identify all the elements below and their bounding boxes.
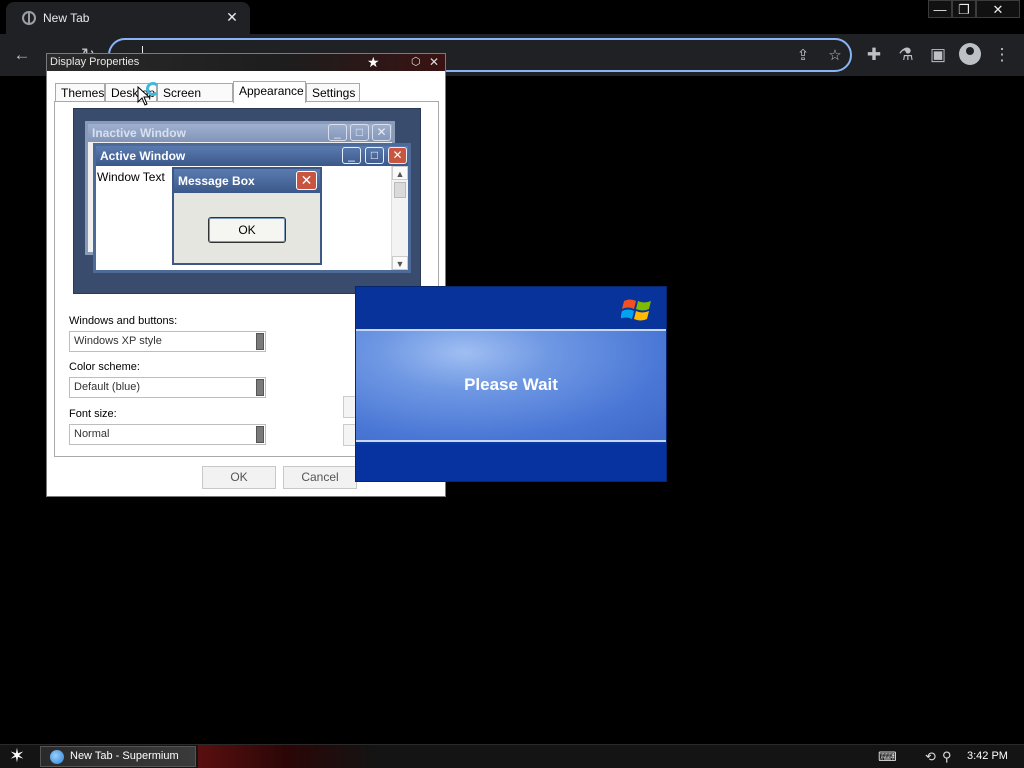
dropdown-arrow-icon[interactable] — [256, 333, 264, 350]
scroll-thumb — [394, 182, 406, 198]
ok-button[interactable]: OK — [202, 466, 276, 489]
browser-tab[interactable]: New Tab ✕ — [6, 2, 250, 34]
dialog-titlebar[interactable]: Display Properties ★ ⬡ ✕ — [47, 54, 445, 71]
window-text-sample: Window Text — [97, 170, 165, 184]
dialog-close-icon[interactable]: ✕ — [429, 54, 439, 71]
appearance-preview: Inactive Window _ □ ✕ Active Window _ □ … — [73, 108, 421, 294]
font-size-select[interactable]: Normal — [69, 424, 266, 445]
dialog-title: Display Properties — [50, 56, 140, 68]
desktop-screen: New Tab ✕ — ❐ ✕ ← → ↻ ⇪ ☆ ✚ ⚗ ▣ ⋮ Displa… — [0, 0, 1024, 768]
minimize-icon: _ — [328, 124, 347, 141]
message-box-ok-button: OK — [208, 217, 286, 243]
font-size-label: Font size: — [69, 408, 117, 420]
network-icon[interactable]: ⟲ — [925, 748, 936, 765]
active-window-title: Active Window — [100, 149, 186, 163]
bookmark-star-icon[interactable]: ☆ — [824, 45, 846, 67]
taskbar: ✶ New Tab - Supermium ⌨ ⟲ ⚲ 3:42 PM — [0, 744, 1024, 768]
message-box-preview: Message Box ✕ OK — [172, 167, 322, 265]
restore-window-button[interactable]: ❐ — [952, 0, 976, 18]
scroll-up-icon: ▲ — [392, 166, 408, 180]
scroll-down-icon: ▼ — [392, 256, 408, 270]
maximize-icon: □ — [350, 124, 369, 141]
cancel-button[interactable]: Cancel — [283, 466, 357, 489]
dropdown-arrow-icon[interactable] — [256, 379, 264, 396]
windows-buttons-label: Windows and buttons: — [69, 315, 178, 327]
close-window-button[interactable]: ✕ — [976, 0, 1020, 18]
minimize-icon: _ — [342, 147, 361, 164]
keyboard-icon[interactable]: ⌨ — [878, 748, 897, 765]
browser-app-icon — [50, 750, 64, 764]
star-icon: ★ — [367, 54, 380, 70]
taskbar-task-browser[interactable]: New Tab - Supermium — [40, 746, 196, 767]
minimize-window-button[interactable]: — — [928, 0, 952, 18]
please-wait-header — [356, 287, 666, 329]
windows-logo-icon — [621, 299, 651, 321]
color-scheme-label: Color scheme: — [69, 361, 140, 373]
side-panel-icon[interactable]: ▣ — [926, 43, 950, 67]
start-button-icon[interactable]: ✶ — [6, 747, 28, 767]
font-size-value: Normal — [74, 428, 110, 440]
globe-icon — [22, 11, 36, 25]
browser-tabstrip: New Tab ✕ — ❐ ✕ — [0, 0, 1024, 34]
back-icon[interactable]: ← — [10, 43, 34, 67]
tab-themes[interactable]: Themes — [55, 83, 105, 102]
inactive-window-title: Inactive Window — [92, 126, 186, 140]
taskbar-task-label: New Tab - Supermium — [70, 750, 179, 762]
profile-avatar-icon[interactable] — [959, 43, 981, 65]
please-wait-dialog: Please Wait — [355, 286, 667, 482]
close-icon: ✕ — [372, 124, 391, 141]
tab-screen-saver[interactable]: Screen Saver — [157, 83, 233, 118]
extensions-icon[interactable]: ✚ — [862, 43, 886, 67]
labs-flask-icon[interactable]: ⚗ — [894, 43, 918, 67]
menu-kebab-icon[interactable]: ⋮ — [990, 43, 1014, 67]
close-icon: ✕ — [296, 171, 317, 190]
please-wait-message: Please Wait — [464, 375, 558, 394]
busy-spinner-icon — [146, 82, 160, 96]
taskbar-decoration — [198, 745, 378, 768]
tab-close-icon[interactable]: ✕ — [224, 9, 240, 25]
active-titlebar: Active Window _ □ ✕ — [96, 146, 408, 166]
close-icon: ✕ — [388, 147, 407, 164]
color-scheme-value: Default (blue) — [74, 381, 141, 393]
color-scheme-select[interactable]: Default (blue) — [69, 377, 266, 398]
pin-icon[interactable]: ⬡ — [411, 55, 421, 68]
search-icon[interactable]: ⚲ — [942, 748, 952, 765]
clock[interactable]: 3:42 PM — [967, 750, 1008, 762]
tab-settings[interactable]: Settings — [306, 83, 360, 102]
inactive-titlebar: Inactive Window _ □ ✕ — [88, 124, 392, 142]
dropdown-arrow-icon[interactable] — [256, 426, 264, 443]
windows-buttons-value: Windows XP style — [74, 335, 162, 347]
windows-buttons-select[interactable]: Windows XP style — [69, 331, 266, 352]
share-icon[interactable]: ⇪ — [792, 45, 814, 67]
message-box-title: Message Box — [178, 174, 255, 188]
tab-appearance[interactable]: Appearance — [233, 81, 306, 103]
preview-scrollbar: ▲ ▼ — [391, 166, 408, 270]
maximize-icon: □ — [365, 147, 384, 164]
tab-title: New Tab — [43, 11, 90, 25]
please-wait-footer — [356, 444, 666, 481]
